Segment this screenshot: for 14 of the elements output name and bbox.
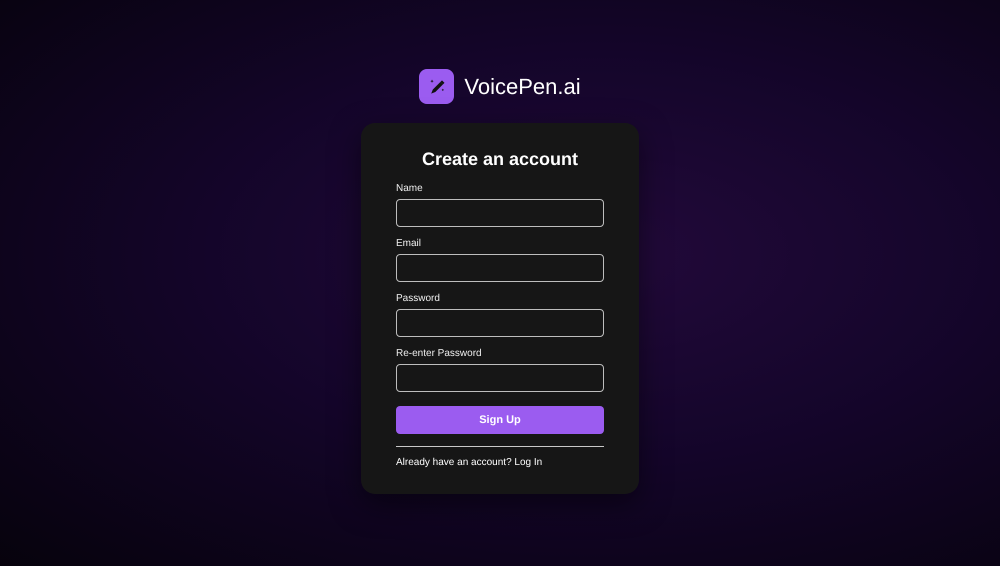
input-field[interactable]	[396, 254, 604, 282]
login-prompt: Already have an account? Log In	[396, 457, 544, 468]
login-link[interactable]: Log In	[514, 457, 542, 468]
logo-icon	[419, 69, 454, 104]
field-label: Password	[396, 293, 441, 304]
field-label: Name	[396, 183, 424, 194]
field-label: Re-enter Password	[396, 348, 483, 359]
input-field[interactable]	[396, 364, 604, 392]
field-label: Email	[396, 238, 422, 249]
sign-up-button[interactable]: Sign Up	[396, 406, 604, 434]
input-field[interactable]	[396, 309, 604, 337]
input-field[interactable]	[396, 199, 604, 227]
brand-name: VoicePen.ai	[464, 74, 581, 100]
form-title: Create an account	[420, 149, 580, 170]
